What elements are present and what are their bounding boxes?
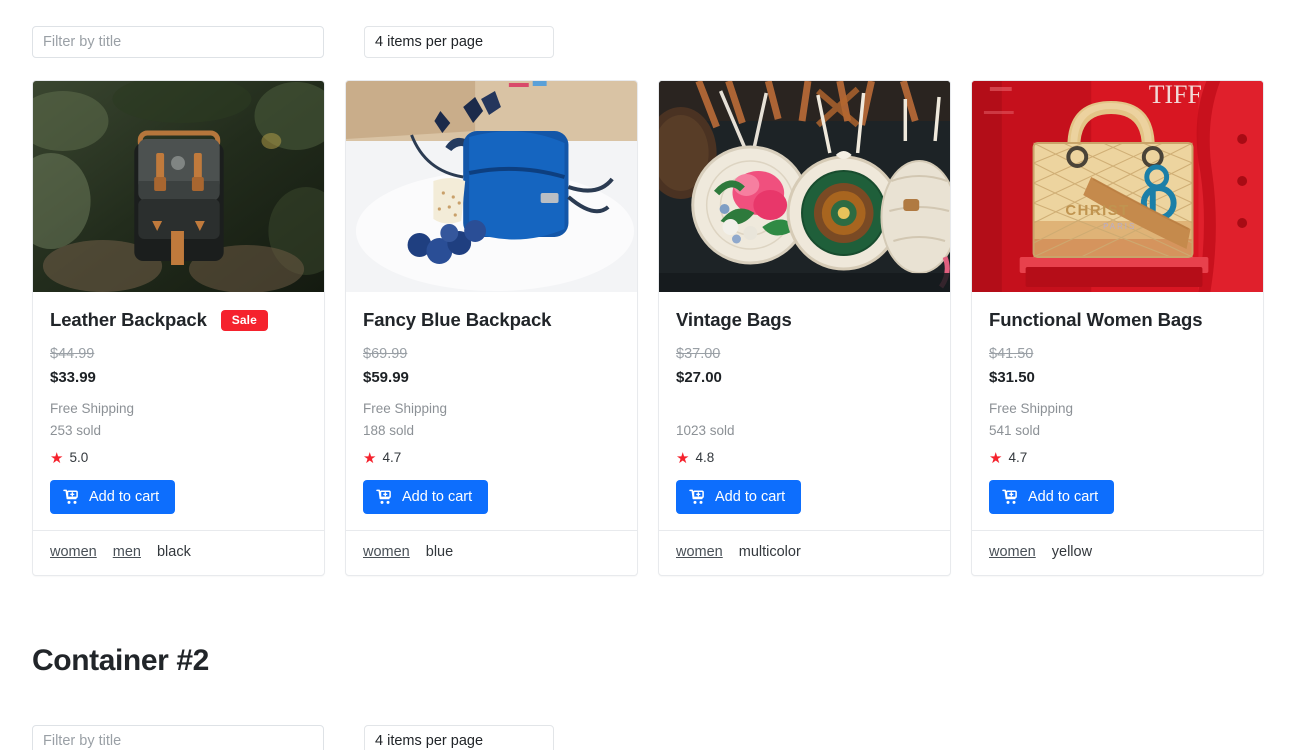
cart-plus-icon <box>689 489 706 505</box>
svg-text:CHRIST: CHRIST <box>1065 202 1129 219</box>
svg-text:PARIS: PARIS <box>1103 222 1136 231</box>
price-current: $31.50 <box>989 369 1035 386</box>
tag-link[interactable]: women <box>50 544 97 561</box>
product-title: Fancy Blue Backpack <box>363 309 552 330</box>
tag-link[interactable]: women <box>989 544 1036 561</box>
product-image-functional-women-bags: TIFF CHRIST PARIS <box>972 81 1263 292</box>
add-to-cart-button[interactable]: Add to cart <box>989 480 1115 514</box>
section-heading-container-2: Container #2 <box>32 644 209 677</box>
rating: ★ 4.8 <box>676 450 933 466</box>
tag-text: multicolor <box>738 544 801 560</box>
product-card[interactable]: Vintage Bags $37.00 $27.00 1023 sold ★ 4… <box>658 80 951 576</box>
sale-badge: Sale <box>220 309 268 331</box>
card-body: Leather Backpack Sale $44.99 $33.99 Free… <box>33 292 324 530</box>
shipping-note: Free Shipping <box>50 401 135 416</box>
add-to-cart-label: Add to cart <box>715 488 786 505</box>
sold-count: 188 sold <box>363 423 415 438</box>
rating-value: 4.7 <box>382 450 402 465</box>
price-current: $27.00 <box>676 369 722 386</box>
svg-text:TIFF: TIFF <box>1149 81 1202 109</box>
rating-value: 4.8 <box>695 450 715 465</box>
card-footer-tags: women yellow <box>972 530 1263 575</box>
star-icon: ★ <box>50 449 64 467</box>
tag-link[interactable]: men <box>113 544 141 561</box>
per-page-select[interactable]: 4 items per page <box>364 724 554 750</box>
add-to-cart-button[interactable]: Add to cart <box>676 480 802 514</box>
card-body: Vintage Bags $37.00 $27.00 1023 sold ★ 4… <box>659 292 950 530</box>
cart-plus-icon <box>376 489 393 505</box>
container-1: 4 items per page <box>16 0 1284 750</box>
filter-bar-1: 4 items per page <box>32 0 1268 58</box>
add-to-cart-label: Add to cart <box>402 488 473 505</box>
sold-count: 541 sold <box>989 423 1041 438</box>
tag-link[interactable]: women <box>676 544 723 561</box>
shipping-note <box>676 401 933 417</box>
product-grid: Leather Backpack Sale $44.99 $33.99 Free… <box>32 80 1268 576</box>
add-to-cart-button[interactable]: Add to cart <box>363 480 489 514</box>
product-card[interactable]: Fancy Blue Backpack $69.99 $59.99 Free S… <box>345 80 638 576</box>
card-footer-tags: women men black <box>33 530 324 575</box>
add-to-cart-label: Add to cart <box>89 488 160 505</box>
star-icon: ★ <box>989 449 1003 467</box>
shipping-note: Free Shipping <box>363 401 448 416</box>
filter-input[interactable] <box>32 26 324 58</box>
tag-text: blue <box>425 544 454 560</box>
rating-value: 5.0 <box>69 450 89 465</box>
price-original: $44.99 <box>50 346 95 362</box>
product-image-vintage-bags <box>659 81 950 292</box>
product-image-blue-backpack <box>346 81 637 292</box>
tag-text: black <box>156 544 191 560</box>
price-original: $69.99 <box>363 346 408 362</box>
star-icon: ★ <box>676 449 690 467</box>
add-to-cart-label: Add to cart <box>1028 488 1099 505</box>
product-title: Functional Women Bags <box>989 309 1203 330</box>
shipping-note: Free Shipping <box>989 401 1074 416</box>
rating: ★ 4.7 <box>363 450 620 466</box>
cart-plus-icon <box>63 489 80 505</box>
tag-text: yellow <box>1051 544 1093 560</box>
cart-plus-icon <box>1002 489 1019 505</box>
card-body: Fancy Blue Backpack $69.99 $59.99 Free S… <box>346 292 637 530</box>
card-title-row: Fancy Blue Backpack <box>363 308 620 332</box>
filter-input[interactable] <box>32 724 324 750</box>
card-body: Functional Women Bags $41.50 $31.50 Free… <box>972 292 1263 530</box>
card-title-row: Vintage Bags <box>676 308 933 332</box>
rating: ★ 5.0 <box>50 450 307 466</box>
card-title-row: Functional Women Bags <box>989 308 1246 332</box>
sold-count: 253 sold <box>50 423 102 438</box>
price-current: $59.99 <box>363 369 409 386</box>
price-current: $33.99 <box>50 369 96 386</box>
add-to-cart-button[interactable]: Add to cart <box>50 480 176 514</box>
rating: ★ 4.7 <box>989 450 1246 466</box>
per-page-select[interactable]: 4 items per page <box>364 26 554 58</box>
card-title-row: Leather Backpack Sale <box>50 308 307 332</box>
sold-count: 1023 sold <box>676 423 735 438</box>
product-card[interactable]: TIFF CHRIST PARIS Functional Women Bags … <box>971 80 1264 576</box>
star-icon: ★ <box>363 449 377 467</box>
price-original: $37.00 <box>676 346 721 362</box>
product-image-leather-backpack <box>33 81 324 292</box>
tag-link[interactable]: women <box>363 544 410 561</box>
filter-bar-2: 4 items per page <box>32 703 1268 750</box>
rating-value: 4.7 <box>1008 450 1028 465</box>
product-title: Vintage Bags <box>676 309 792 330</box>
card-footer-tags: women blue <box>346 530 637 575</box>
card-footer-tags: women multicolor <box>659 530 950 575</box>
product-card[interactable]: Leather Backpack Sale $44.99 $33.99 Free… <box>32 80 325 576</box>
product-title: Leather Backpack <box>50 309 207 330</box>
price-original: $41.50 <box>989 346 1034 362</box>
